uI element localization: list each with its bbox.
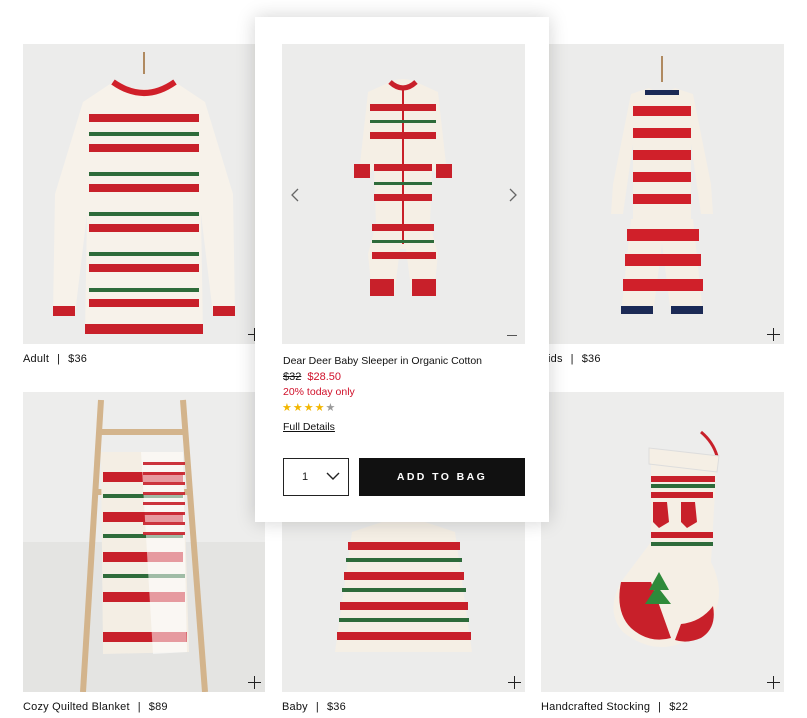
- add-icon[interactable]: [248, 676, 262, 690]
- product-price: $89: [148, 701, 168, 713]
- product-image-kids[interactable]: [541, 44, 784, 344]
- product-image-adult-top[interactable]: [23, 44, 265, 344]
- product-name: Adult: [23, 353, 50, 365]
- product-price: $36: [326, 701, 346, 713]
- star-icon: ★: [325, 402, 337, 414]
- add-icon[interactable]: [508, 676, 522, 690]
- product-image-stocking[interactable]: [541, 392, 784, 692]
- sale-price: $28.50: [307, 371, 342, 383]
- separator: |: [315, 701, 319, 713]
- product-label-blanket[interactable]: Cozy Quilted Blanket | $89: [23, 701, 168, 713]
- add-to-bag-button[interactable]: ADD TO BAG: [359, 458, 525, 496]
- minus-icon[interactable]: [507, 334, 517, 336]
- add-icon[interactable]: [767, 328, 781, 342]
- product-price: $36: [581, 353, 601, 365]
- product-label-baby[interactable]: Baby | $36: [282, 701, 346, 713]
- separator: |: [658, 701, 662, 713]
- star-icon: ★★★★: [282, 402, 326, 414]
- full-details-link[interactable]: Full Details: [283, 421, 335, 433]
- separator: |: [57, 353, 61, 365]
- chevron-down-icon: [326, 472, 340, 480]
- original-price: $32: [283, 371, 302, 383]
- product-label-stocking[interactable]: Handcrafted Stocking | $22: [541, 701, 688, 713]
- separator: |: [570, 353, 574, 365]
- add-icon[interactable]: [767, 676, 781, 690]
- quantity-value: 1: [302, 471, 309, 483]
- product-label-kids[interactable]: ids | $36: [548, 353, 601, 365]
- product-title: Dear Deer Baby Sleeper in Organic Cotton: [283, 355, 483, 367]
- product-name: Baby: [282, 701, 308, 713]
- chevron-left-icon[interactable]: [289, 188, 301, 202]
- separator: |: [137, 701, 141, 713]
- product-image-blanket[interactable]: [23, 392, 265, 692]
- product-label-adult[interactable]: Adult | $36: [23, 353, 87, 365]
- quick-view-image[interactable]: [282, 44, 525, 344]
- chevron-right-icon[interactable]: [507, 188, 519, 202]
- quick-view-popup: Dear Deer Baby Sleeper in Organic Cotton…: [255, 17, 549, 522]
- product-price: $22: [669, 701, 689, 713]
- product-name: Cozy Quilted Blanket: [23, 701, 130, 713]
- star-rating[interactable]: ★★★★★: [282, 401, 336, 414]
- product-price: $36: [68, 353, 88, 365]
- quantity-select[interactable]: 1: [283, 458, 349, 496]
- product-name: ids: [548, 353, 563, 365]
- price-block: $32 $28.50: [283, 371, 341, 383]
- promo-text: 20% today only: [283, 386, 355, 398]
- product-name: Handcrafted Stocking: [541, 701, 651, 713]
